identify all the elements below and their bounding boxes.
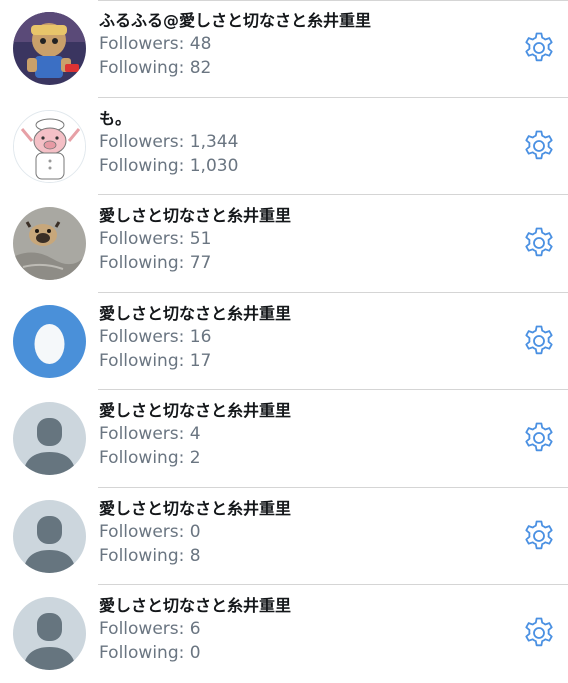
settings-gear-button[interactable] bbox=[522, 324, 556, 358]
following-count: Following: 8 bbox=[99, 545, 201, 566]
account-row[interactable]: 愛しさと切なさと糸井重里 Followers: 51 Following: 77 bbox=[0, 195, 568, 293]
default-person-avatar-image bbox=[13, 499, 86, 573]
account-list: ふるふる@愛しさと切なさと糸井重里 Followers: 48 Followin… bbox=[0, 0, 568, 683]
following-count: Following: 0 bbox=[99, 643, 201, 663]
followers-count: Followers: 0 bbox=[99, 521, 201, 542]
avatar bbox=[13, 402, 86, 475]
default-person-avatar-image bbox=[13, 597, 86, 670]
account-name: 愛しさと切なさと糸井重里 bbox=[99, 596, 292, 615]
avatar bbox=[13, 304, 86, 378]
account-name: も。 bbox=[99, 108, 132, 128]
gear-icon bbox=[525, 227, 553, 257]
default-person-avatar-image bbox=[13, 402, 86, 475]
account-name: ふるふる@愛しさと切なさと糸井重里 bbox=[99, 11, 372, 30]
account-row[interactable]: 愛しさと切なさと糸井重里 Followers: 16 Following: 17 bbox=[0, 293, 568, 390]
account-name: 愛しさと切なさと糸井重里 bbox=[99, 498, 292, 518]
egg-avatar-image bbox=[13, 304, 86, 378]
following-count: Following: 82 bbox=[99, 58, 212, 78]
gear-icon bbox=[525, 422, 553, 452]
avatar bbox=[13, 109, 86, 183]
account-name: 愛しさと切なさと糸井重里 bbox=[99, 303, 292, 323]
account-row[interactable]: 愛しさと切なさと糸井重里 Followers: 6 Following: 0 bbox=[0, 585, 568, 683]
character-avatar-image bbox=[13, 12, 86, 85]
following-count: Following: 17 bbox=[99, 350, 212, 371]
pig-chef-avatar-image bbox=[14, 110, 85, 182]
settings-gear-button[interactable] bbox=[522, 31, 556, 65]
avatar bbox=[13, 499, 86, 573]
gear-icon bbox=[525, 130, 553, 159]
followers-count: Followers: 4 bbox=[99, 424, 201, 444]
settings-gear-button[interactable] bbox=[522, 421, 556, 455]
following-count: Following: 2 bbox=[99, 448, 201, 468]
account-name: 愛しさと切なさと糸井重里 bbox=[99, 206, 292, 225]
account-name: 愛しさと切なさと糸井重里 bbox=[99, 401, 292, 420]
followers-count: Followers: 48 bbox=[99, 34, 212, 54]
settings-gear-button[interactable] bbox=[522, 226, 556, 260]
avatar bbox=[13, 12, 86, 85]
followers-count: Followers: 51 bbox=[99, 229, 212, 249]
gear-icon bbox=[525, 520, 553, 549]
account-row[interactable]: ふるふる@愛しさと切なさと糸井重里 Followers: 48 Followin… bbox=[0, 0, 568, 98]
gear-icon bbox=[525, 617, 553, 647]
account-row[interactable]: 愛しさと切なさと糸井重里 Followers: 4 Following: 2 bbox=[0, 390, 568, 488]
following-count: Following: 1,030 bbox=[99, 155, 239, 176]
following-count: Following: 77 bbox=[99, 253, 212, 273]
settings-gear-button[interactable] bbox=[522, 519, 556, 553]
account-row[interactable]: 愛しさと切なさと糸井重里 Followers: 0 Following: 8 bbox=[0, 488, 568, 585]
gear-icon bbox=[525, 32, 553, 62]
avatar bbox=[13, 597, 86, 670]
settings-gear-button[interactable] bbox=[522, 129, 556, 163]
followers-count: Followers: 1,344 bbox=[99, 131, 239, 152]
followers-count: Followers: 16 bbox=[99, 326, 212, 347]
account-row[interactable]: も。 Followers: 1,344 Following: 1,030 bbox=[0, 98, 568, 195]
followers-count: Followers: 6 bbox=[99, 619, 201, 639]
settings-gear-button[interactable] bbox=[522, 616, 556, 650]
avatar bbox=[13, 207, 86, 280]
pug-avatar-image bbox=[13, 207, 86, 280]
gear-icon bbox=[525, 325, 553, 354]
